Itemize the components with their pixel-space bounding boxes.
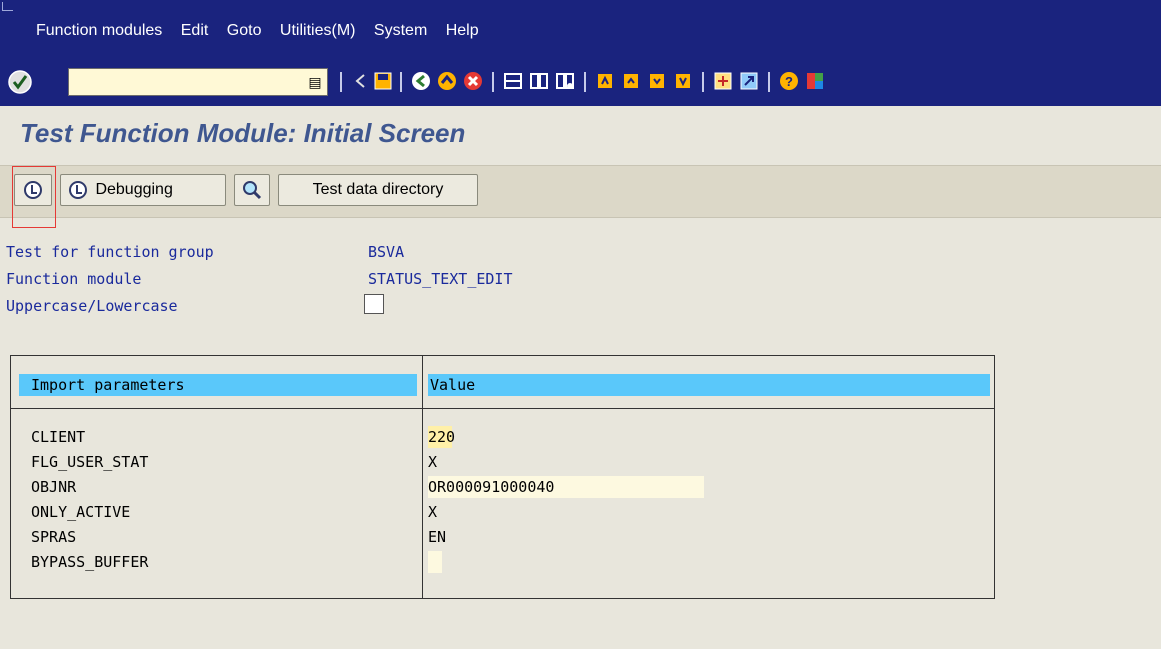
param-bypass-buffer: BYPASS_BUFFER: [31, 553, 149, 571]
back-icon[interactable]: [350, 70, 372, 92]
test-data-directory-label: Test data directory: [312, 181, 444, 198]
page-title: Test Function Module: Initial Screen: [20, 118, 466, 148]
menu-help[interactable]: Help: [446, 22, 479, 39]
param-flg-user-stat: FLG_USER_STAT: [31, 453, 149, 471]
find-next-icon[interactable]: [554, 70, 576, 92]
test-data-search-button[interactable]: [234, 174, 270, 206]
highlight-box: [12, 166, 56, 228]
prev-page-icon[interactable]: [620, 70, 642, 92]
first-page-icon[interactable]: [594, 70, 616, 92]
function-module-label: Function module: [6, 270, 142, 288]
debugging-button[interactable]: Debugging: [60, 174, 226, 206]
test-data-directory-button[interactable]: Test data directory: [278, 174, 478, 206]
param-only-active: ONLY_ACTIVE: [31, 503, 131, 521]
header-divider: [11, 408, 994, 409]
window-menu-icon[interactable]: [2, 2, 13, 11]
header-value-label: Value: [430, 376, 476, 394]
toolbar-separator: [702, 72, 704, 92]
param-objnr: OBJNR: [31, 478, 77, 496]
value-objnr[interactable]: OR000091000040: [428, 478, 554, 496]
execute-icon: [69, 180, 87, 199]
function-module-value: STATUS_TEXT_EDIT: [368, 270, 513, 288]
customize-layout-icon[interactable]: [804, 70, 826, 92]
create-session-icon[interactable]: [712, 70, 734, 92]
menu-utilities[interactable]: Utilities(M): [280, 22, 356, 39]
case-label: Uppercase/Lowercase: [6, 297, 178, 315]
menu-system[interactable]: System: [374, 22, 427, 39]
param-client: CLIENT: [31, 428, 86, 446]
command-field[interactable]: ▤: [68, 68, 328, 96]
last-page-icon[interactable]: [672, 70, 694, 92]
menu-bar: Function modules Edit Goto Utilities(M) …: [0, 0, 1161, 60]
toolbar-separator: [492, 72, 494, 92]
menu-edit[interactable]: Edit: [181, 22, 209, 39]
header-value: Value: [428, 374, 990, 396]
value-spras[interactable]: EN: [428, 528, 446, 546]
toolbar-separator: [400, 72, 402, 92]
shortcut-icon[interactable]: [738, 70, 760, 92]
header-import-parameters: Import parameters: [19, 374, 417, 396]
print-icon[interactable]: [502, 70, 524, 92]
menu-goto[interactable]: Goto: [227, 22, 262, 39]
toolbar-separator: [768, 72, 770, 92]
debugging-label: Debugging: [95, 181, 173, 198]
save-icon[interactable]: [372, 70, 394, 92]
next-page-icon[interactable]: [646, 70, 668, 92]
standard-toolbar: ▤ ?: [0, 60, 1161, 106]
value-only-active[interactable]: X: [428, 503, 437, 521]
application-toolbar: Debugging Test data directory: [0, 165, 1161, 218]
command-history-icon[interactable]: ▤: [307, 73, 323, 91]
value-client[interactable]: 220: [428, 428, 455, 446]
svg-text:?: ?: [785, 74, 793, 89]
import-parameters-table: Import parameters Value CLIENT 220 FLG_U…: [10, 355, 995, 599]
column-divider: [422, 356, 423, 598]
exit-icon[interactable]: [436, 70, 458, 92]
case-checkbox[interactable]: [364, 294, 384, 314]
toolbar-separator: [340, 72, 342, 92]
bypass-buffer-input-bg: [428, 551, 442, 573]
function-group-label: Test for function group: [6, 243, 214, 261]
cancel-icon[interactable]: [462, 70, 484, 92]
find-icon[interactable]: [528, 70, 550, 92]
function-group-value: BSVA: [368, 243, 405, 261]
back-green-icon[interactable]: [410, 70, 432, 92]
param-spras: SPRAS: [31, 528, 77, 546]
search-icon: [243, 180, 262, 199]
value-flg-user-stat[interactable]: X: [428, 453, 437, 471]
toolbar-separator: [584, 72, 586, 92]
menu-items: Function modules Edit Goto Utilities(M) …: [36, 22, 493, 40]
enter-icon[interactable]: [6, 68, 34, 96]
menu-function-modules[interactable]: Function modules: [36, 22, 162, 39]
header-import-parameters-label: Import parameters: [31, 376, 185, 394]
help-icon[interactable]: ?: [778, 70, 800, 92]
